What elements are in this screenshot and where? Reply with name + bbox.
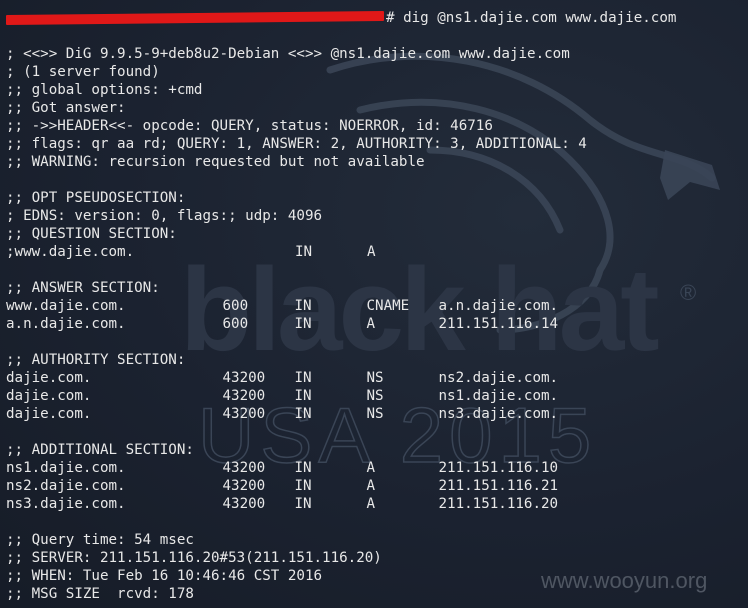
record-name: dajie.com. [6, 370, 92, 386]
record-ttl: 43200 [222, 370, 266, 386]
record-ttl: 43200 [222, 388, 266, 404]
section-title-question: ;; QUESTION SECTION: [6, 226, 177, 242]
record-name: ns3.dajie.com. [6, 496, 126, 512]
section-title-authority: ;; AUTHORITY SECTION: [6, 352, 186, 368]
record-name: dajie.com. [6, 388, 92, 404]
record-data: 211.151.116.20 [438, 496, 559, 512]
record-data: ns2.dajie.com. [438, 370, 559, 386]
question-row: ;www.dajie.com. IN A [6, 243, 746, 261]
record-class: IN [294, 316, 312, 332]
authority-record: dajie.com. 43200 IN NS ns2.dajie.com. [6, 369, 746, 387]
output-line: ; (1 server found) [6, 64, 160, 80]
record-class: IN [294, 406, 312, 422]
terminal-window[interactable]: black hat ® USA 2015 www.wooyun.org # di… [0, 0, 748, 608]
output-line: ;; ->>HEADER<<- opcode: QUERY, status: N… [6, 118, 493, 134]
record-type: A [366, 316, 376, 332]
record-data: 211.151.116.10 [438, 460, 559, 476]
server-line: ;; SERVER: 211.151.116.20#53(211.151.116… [6, 550, 382, 566]
answer-record: www.dajie.com. 600 IN CNAME a.n.dajie.com. [6, 297, 746, 315]
record-name: ns1.dajie.com. [6, 460, 126, 476]
redacted-prompt [6, 11, 384, 25]
record-data: ns1.dajie.com. [438, 388, 559, 404]
record-name: ns2.dajie.com. [6, 478, 126, 494]
when-line: ;; WHEN: Tue Feb 16 10:46:46 CST 2016 [6, 568, 323, 584]
authority-record: dajie.com. 43200 IN NS ns1.dajie.com. [6, 387, 746, 405]
record-name: a.n.dajie.com. [6, 316, 126, 332]
record-class: IN [294, 496, 312, 512]
record-class: IN [294, 460, 312, 476]
authority-record: dajie.com. 43200 IN NS ns3.dajie.com. [6, 405, 746, 423]
record-data: ns3.dajie.com. [438, 406, 559, 422]
output-line: ;; global options: +cmd [6, 82, 203, 98]
record-type: A [366, 460, 376, 476]
record-name: www.dajie.com. [6, 298, 126, 314]
output-line: ;; Got answer: [6, 100, 126, 116]
section-title-additional: ;; ADDITIONAL SECTION: [6, 442, 194, 458]
record-data: 211.151.116.21 [438, 478, 559, 494]
record-ttl: 43200 [222, 496, 266, 512]
additional-record: ns2.dajie.com. 43200 IN A 211.151.116.21 [6, 477, 746, 495]
record-type: CNAME [366, 298, 410, 314]
additional-record: ns3.dajie.com. 43200 IN A 211.151.116.20 [6, 495, 746, 513]
record-ttl: 43200 [222, 460, 266, 476]
record-class: IN [294, 388, 312, 404]
record-ttl: 600 [222, 316, 249, 332]
record-class: IN [294, 298, 312, 314]
terminal-output: # dig @ns1.dajie.com www.dajie.com ; <<>… [6, 9, 746, 603]
prompt-line: # dig @ns1.dajie.com www.dajie.com [6, 9, 746, 27]
question-type: A [367, 244, 376, 260]
record-type: NS [366, 388, 384, 404]
record-type: A [366, 496, 376, 512]
additional-record: ns1.dajie.com. 43200 IN A 211.151.116.10 [6, 459, 746, 477]
record-ttl: 600 [222, 298, 249, 314]
record-ttl: 43200 [222, 406, 266, 422]
record-type: NS [366, 370, 384, 386]
question-name: ;www.dajie.com. [6, 244, 135, 260]
answer-record: a.n.dajie.com. 600 IN A 211.151.116.14 [6, 315, 746, 333]
edns-line: ; EDNS: version: 0, flags:; udp: 4096 [6, 208, 323, 224]
query-time-line: ;; Query time: 54 msec [6, 532, 194, 548]
record-class: IN [294, 478, 312, 494]
record-class: IN [294, 370, 312, 386]
record-type: NS [366, 406, 384, 422]
record-type: A [366, 478, 376, 494]
record-data: 211.151.116.14 [438, 316, 559, 332]
section-title-opt: ;; OPT PSEUDOSECTION: [6, 190, 186, 206]
msg-size-line: ;; MSG SIZE rcvd: 178 [6, 586, 194, 602]
record-name: dajie.com. [6, 406, 92, 422]
prompt-command: # dig @ns1.dajie.com www.dajie.com [386, 10, 677, 26]
question-class: IN [295, 244, 313, 260]
output-line: ;; WARNING: recursion requested but not … [6, 154, 425, 170]
output-line: ;; flags: qr aa rd; QUERY: 1, ANSWER: 2,… [6, 136, 587, 152]
section-title-answer: ;; ANSWER SECTION: [6, 280, 160, 296]
record-ttl: 43200 [222, 478, 266, 494]
output-line: ; <<>> DiG 9.9.5-9+deb8u2-Debian <<>> @n… [6, 46, 570, 62]
record-data: a.n.dajie.com. [438, 298, 559, 314]
